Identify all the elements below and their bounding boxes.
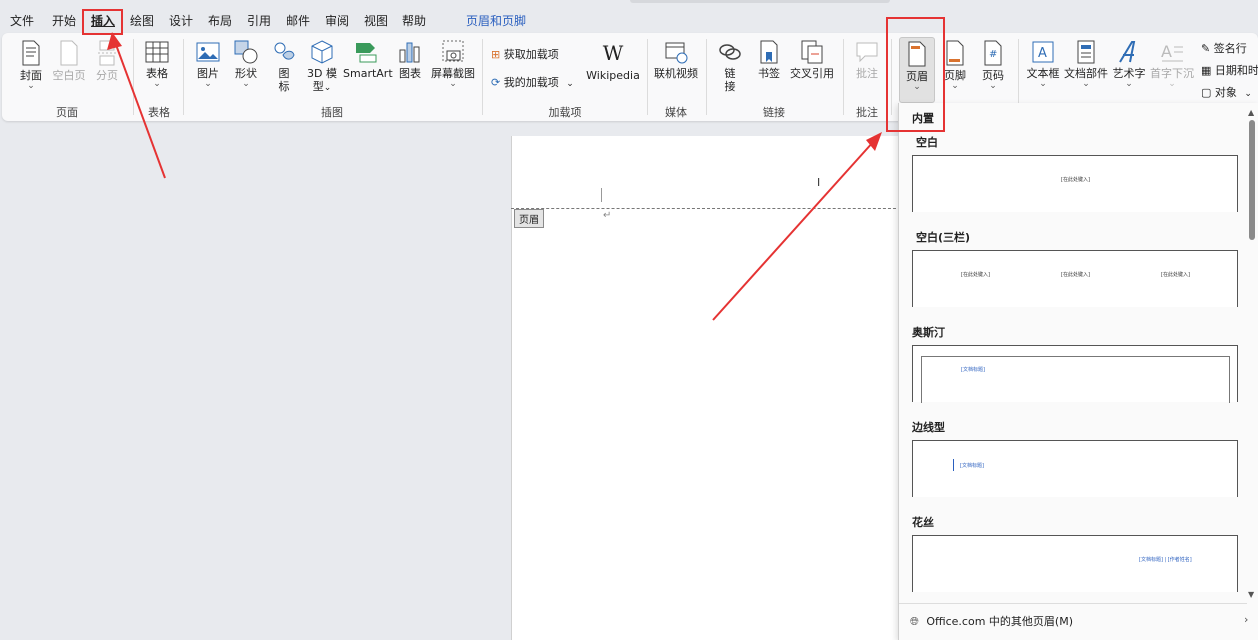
annotation-arrows bbox=[107, 32, 882, 321]
annotation-arrow bbox=[712, 140, 875, 321]
annotation-arrow bbox=[114, 41, 166, 179]
arrowhead bbox=[107, 32, 122, 50]
